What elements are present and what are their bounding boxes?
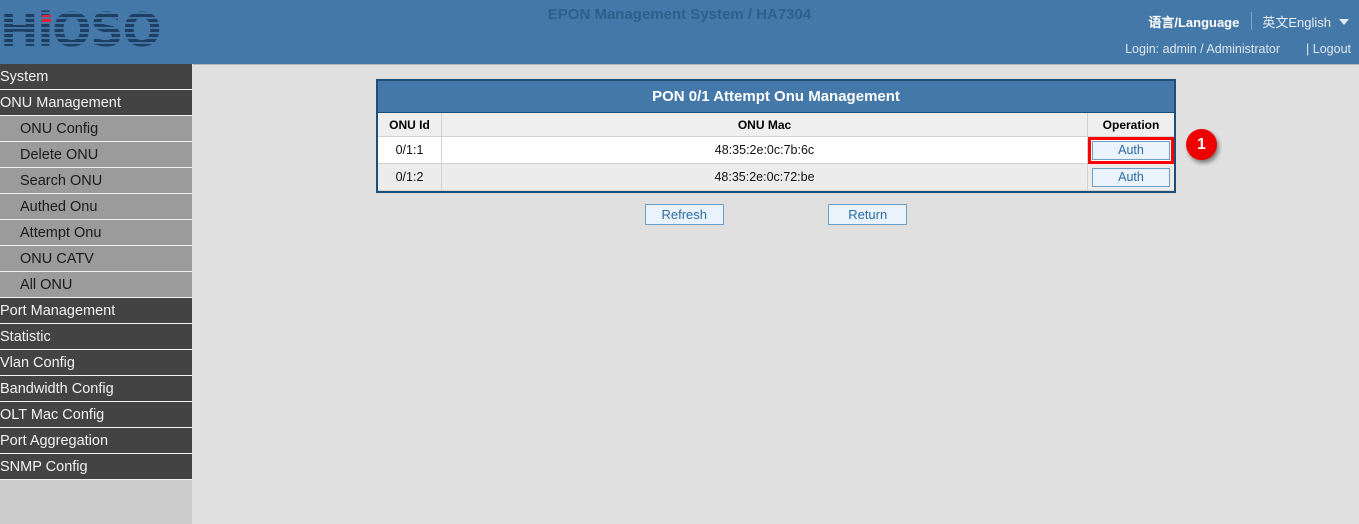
- auth-button[interactable]: Auth: [1092, 168, 1170, 187]
- sidebar-item-label: Vlan Config: [0, 355, 75, 371]
- sidebar-item-search-onu[interactable]: Search ONU: [0, 168, 192, 194]
- sidebar-item-label: Bandwidth Config: [0, 381, 114, 397]
- sidebar-item-olt-mac-config[interactable]: OLT Mac Config: [0, 402, 192, 428]
- auth-button[interactable]: Auth: [1092, 141, 1170, 160]
- language-value[interactable]: 英文English: [1262, 12, 1331, 31]
- panel-title: PON 0/1 Attempt Onu Management: [378, 81, 1174, 113]
- language-selector[interactable]: 语言/Language 英文English: [1148, 10, 1349, 32]
- sidebar-item-label: Port Management: [0, 303, 115, 319]
- sidebar-item-port-management[interactable]: Port Management: [0, 298, 192, 324]
- sidebar-item-label: OLT Mac Config: [0, 407, 104, 423]
- sidebar-item-label: Port Aggregation: [0, 433, 108, 449]
- sidebar-item-vlan-config[interactable]: Vlan Config: [0, 350, 192, 376]
- cell-onu-id: 0/1:1: [378, 137, 442, 164]
- login-user-text: Login: admin / Administrator: [1125, 42, 1280, 56]
- chevron-down-icon[interactable]: [1339, 19, 1349, 25]
- column-header-operation: Operation: [1088, 113, 1175, 137]
- sidebar-item-statistic[interactable]: Statistic: [0, 324, 192, 350]
- sidebar-item-label: ONU Config: [20, 121, 98, 137]
- column-header-onu-mac: ONU Mac: [442, 113, 1088, 137]
- cell-onu-id: 0/1:2: [378, 164, 442, 191]
- sidebar-nav[interactable]: System ONU Management ONU Config Delete …: [0, 64, 192, 524]
- sidebar-item-all-onu[interactable]: All ONU: [0, 272, 192, 298]
- cell-operation: Auth: [1088, 164, 1175, 191]
- table-row: 0/1:1 48:35:2e:0c:7b:6c Auth: [378, 137, 1174, 164]
- attempt-onu-panel: PON 0/1 Attempt Onu Management ONU Id ON…: [376, 79, 1176, 193]
- sidebar-item-onu-config[interactable]: ONU Config: [0, 116, 192, 142]
- language-divider: [1251, 12, 1252, 30]
- auth-button-wrap: Auth: [1092, 168, 1170, 187]
- language-label: 语言/Language: [1148, 12, 1239, 31]
- sidebar-item-label: System: [0, 69, 48, 85]
- sidebar-item-bandwidth-config[interactable]: Bandwidth Config: [0, 376, 192, 402]
- table-row: 0/1:2 48:35:2e:0c:72:be Auth: [378, 164, 1174, 191]
- login-bar: Login: admin / Administrator | Logout: [1125, 42, 1351, 56]
- column-header-onu-id: ONU Id: [378, 113, 442, 137]
- refresh-button[interactable]: Refresh: [645, 204, 724, 225]
- table-header-row: ONU Id ONU Mac Operation: [378, 113, 1174, 137]
- action-buttons: Refresh Return: [376, 204, 1176, 225]
- logo-i-dot: [42, 15, 51, 24]
- sidebar-item-label: SNMP Config: [0, 459, 88, 475]
- return-button[interactable]: Return: [828, 204, 907, 225]
- sidebar-item-onu-catv[interactable]: ONU CATV: [0, 246, 192, 272]
- sidebar-item-label: All ONU: [20, 277, 72, 293]
- attempt-onu-table: ONU Id ONU Mac Operation 0/1:1 48:35:2e:…: [378, 113, 1174, 191]
- content-area: PON 0/1 Attempt Onu Management ONU Id ON…: [193, 64, 1359, 524]
- sidebar-item-label: Delete ONU: [20, 147, 98, 163]
- annotation-badge-1: 1: [1186, 129, 1217, 160]
- sidebar-item-system[interactable]: System: [0, 64, 192, 90]
- sidebar-item-authed-onu[interactable]: Authed Onu: [0, 194, 192, 220]
- logout-link[interactable]: | Logout: [1306, 42, 1351, 56]
- cell-onu-mac: 48:35:2e:0c:72:be: [442, 164, 1088, 191]
- sidebar-item-snmp-config[interactable]: SNMP Config: [0, 454, 192, 480]
- sidebar-item-label: Search ONU: [20, 173, 102, 189]
- cell-onu-mac: 48:35:2e:0c:7b:6c: [442, 137, 1088, 164]
- cell-operation: Auth: [1088, 137, 1175, 164]
- sidebar-item-port-aggregation[interactable]: Port Aggregation: [0, 428, 192, 454]
- sidebar-item-label: Statistic: [0, 329, 51, 345]
- sidebar-item-label: ONU Management: [0, 95, 121, 111]
- sidebar-item-delete-onu[interactable]: Delete ONU: [0, 142, 192, 168]
- page-header: HiOSO EPON Management System / HA7304 语言…: [0, 0, 1359, 64]
- sidebar-item-attempt-onu[interactable]: Attempt Onu: [0, 220, 192, 246]
- sidebar-item-label: Authed Onu: [20, 199, 97, 215]
- sidebar-item-label: Attempt Onu: [20, 225, 101, 241]
- auth-highlight-box: Auth: [1092, 141, 1170, 160]
- sidebar-item-onu-management[interactable]: ONU Management: [0, 90, 192, 116]
- sidebar-item-label: ONU CATV: [20, 251, 94, 267]
